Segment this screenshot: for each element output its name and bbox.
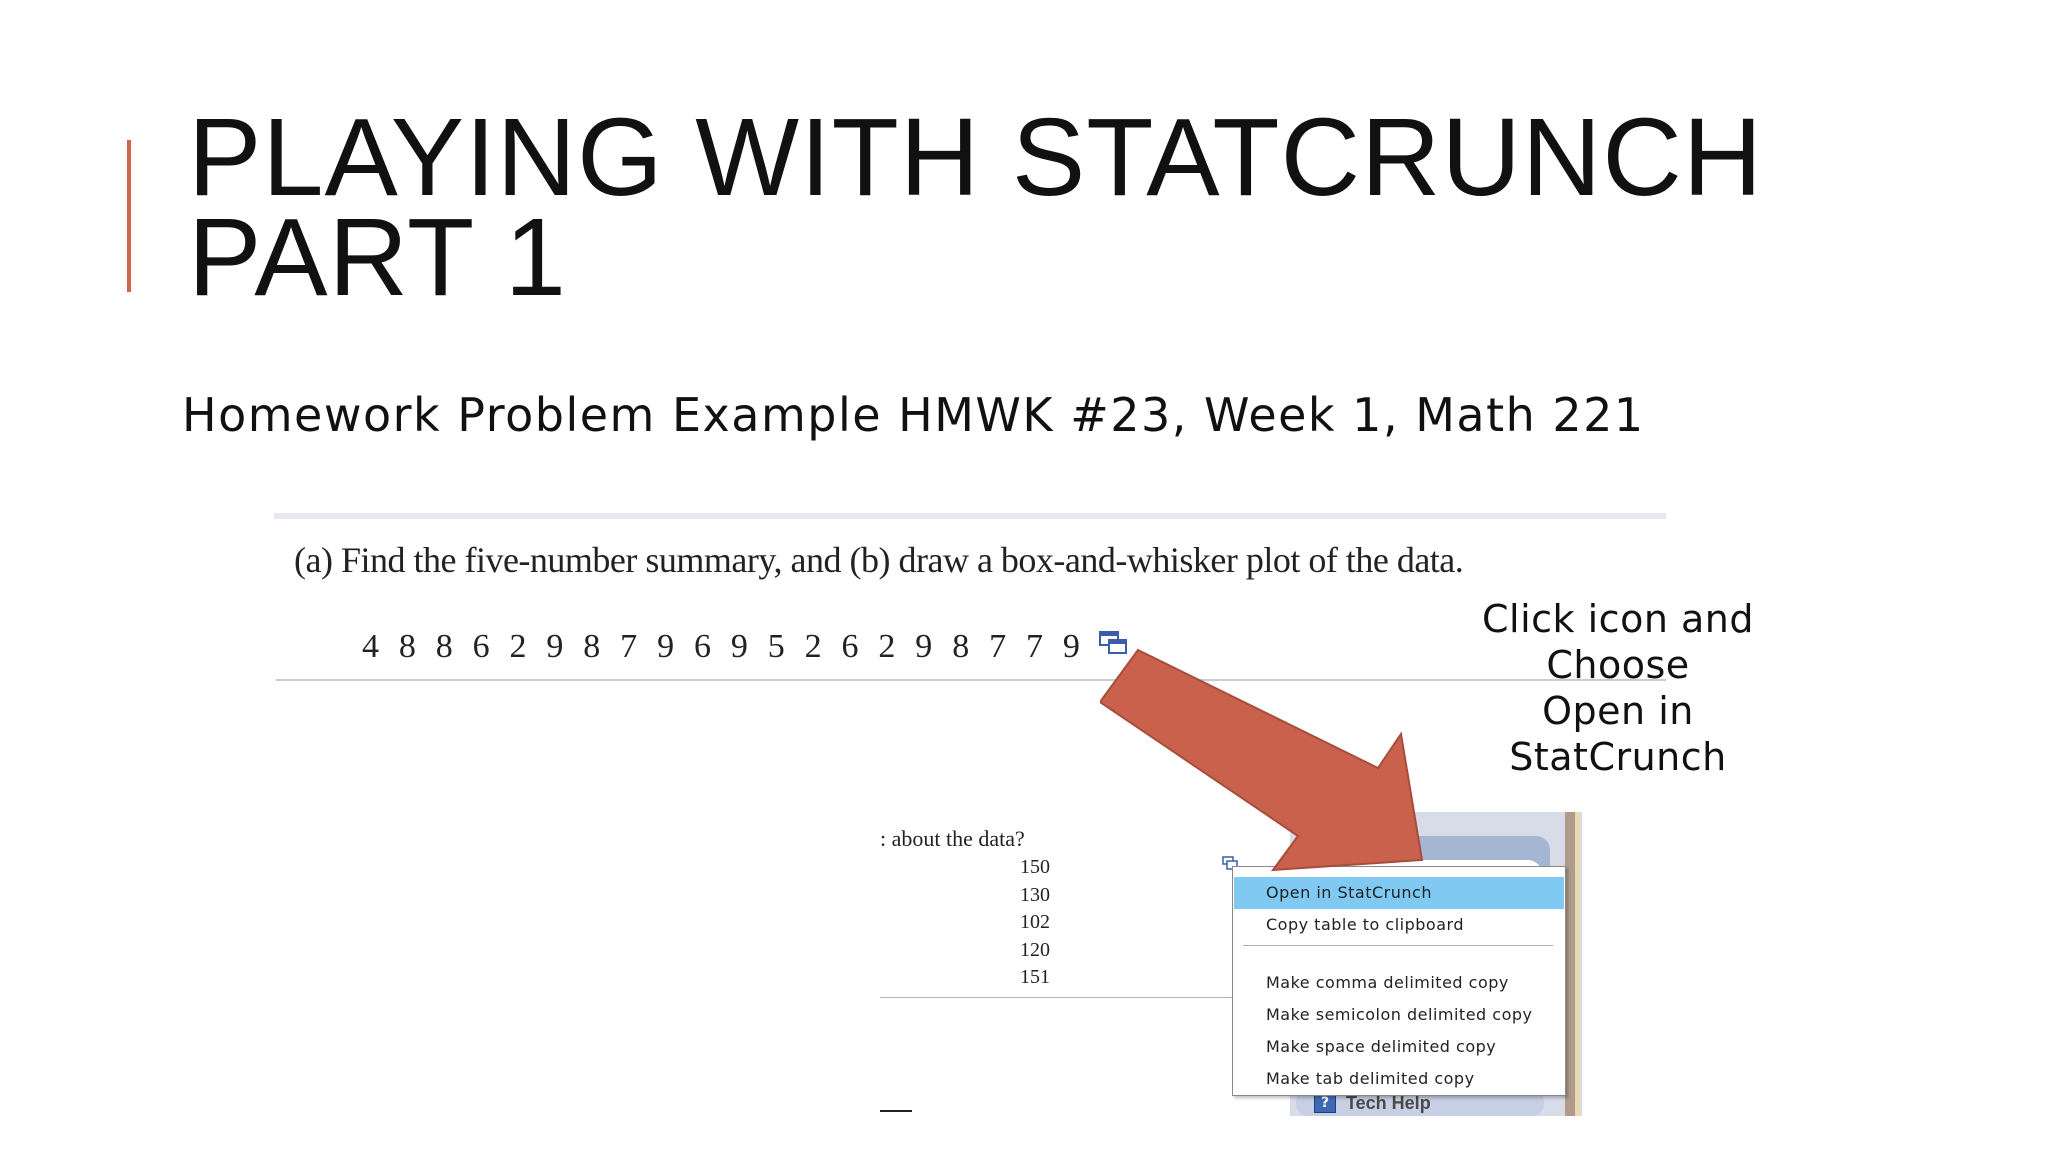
data-value: 7 bbox=[989, 628, 1007, 665]
slide-title: PLAYING WITH STATCRUNCH PART 1 bbox=[188, 96, 1764, 319]
data-value: 8 bbox=[952, 628, 970, 665]
data-value: 8 bbox=[583, 628, 601, 665]
slide-subtitle: Homework Problem Example HMWK #23, Week … bbox=[182, 388, 1645, 442]
data-values-row: 4 8 8 6 2 9 8 7 9 6 9 5 2 6 2 9 8 7 7 9 bbox=[352, 628, 1090, 666]
menu-item-open-in-statcrunch[interactable]: Open in StatCrunch bbox=[1234, 877, 1564, 909]
answer-dash bbox=[880, 1110, 912, 1112]
help-question-icon: ? bbox=[1314, 1093, 1336, 1113]
context-menu: Open in StatCrunch Copy table to clipboa… bbox=[1232, 866, 1566, 1096]
menu-item-copy-table[interactable]: Copy table to clipboard bbox=[1234, 909, 1564, 941]
data-value: 9 bbox=[657, 628, 675, 665]
panel-edge-highlight bbox=[1575, 812, 1580, 1116]
table-divider bbox=[880, 997, 1236, 998]
data-value: 5 bbox=[767, 628, 785, 665]
menu-item-semicolon-delimited[interactable]: Make semicolon delimited copy bbox=[1234, 999, 1564, 1031]
panel-edge bbox=[1565, 812, 1575, 1116]
data-value: 7 bbox=[1025, 628, 1043, 665]
data-value: 9 bbox=[546, 628, 564, 665]
table-value: 120 bbox=[1020, 938, 1050, 961]
question-fragment: : about the data? bbox=[880, 826, 1025, 851]
data-value: 9 bbox=[730, 628, 748, 665]
problem-question: (a) Find the five-number summary, and (b… bbox=[294, 540, 1464, 580]
data-value: 2 bbox=[804, 628, 822, 665]
data-value: 9 bbox=[1062, 628, 1080, 665]
callout-line: StatCrunch bbox=[1509, 735, 1727, 779]
data-value: 9 bbox=[915, 628, 933, 665]
panel-top-border bbox=[274, 513, 1666, 519]
data-value: 2 bbox=[878, 628, 896, 665]
callout-line: Click icon and bbox=[1482, 597, 1754, 641]
callout-line: Choose bbox=[1546, 643, 1690, 687]
table-value: 150 bbox=[1020, 856, 1050, 878]
callout-line: Open in bbox=[1542, 689, 1694, 733]
table-value: 102 bbox=[1020, 911, 1050, 933]
data-value: 2 bbox=[509, 628, 527, 665]
numbers-column: 150 130 102 120 151 bbox=[1000, 854, 1050, 992]
instruction-callout: Click icon and Choose Open in StatCrunch bbox=[1458, 596, 1778, 780]
menu-item-space-delimited[interactable]: Make space delimited copy bbox=[1234, 1031, 1564, 1063]
table-value: 151 bbox=[1020, 966, 1050, 988]
data-value: 6 bbox=[693, 628, 711, 665]
menu-item-comma-delimited[interactable]: Make comma delimited copy bbox=[1234, 967, 1564, 999]
title-accent-bar bbox=[127, 140, 131, 292]
table-value: 130 bbox=[1020, 883, 1050, 906]
pointer-arrow-icon bbox=[1100, 648, 1424, 872]
data-value: 8 bbox=[435, 628, 453, 665]
menu-item-tab-delimited[interactable]: Make tab delimited copy bbox=[1234, 1063, 1564, 1095]
data-value: 8 bbox=[398, 628, 416, 665]
data-value: 4 bbox=[361, 628, 379, 665]
data-value: 7 bbox=[620, 628, 638, 665]
data-value: 6 bbox=[472, 628, 490, 665]
menu-separator bbox=[1243, 945, 1553, 946]
data-value: 6 bbox=[841, 628, 859, 665]
